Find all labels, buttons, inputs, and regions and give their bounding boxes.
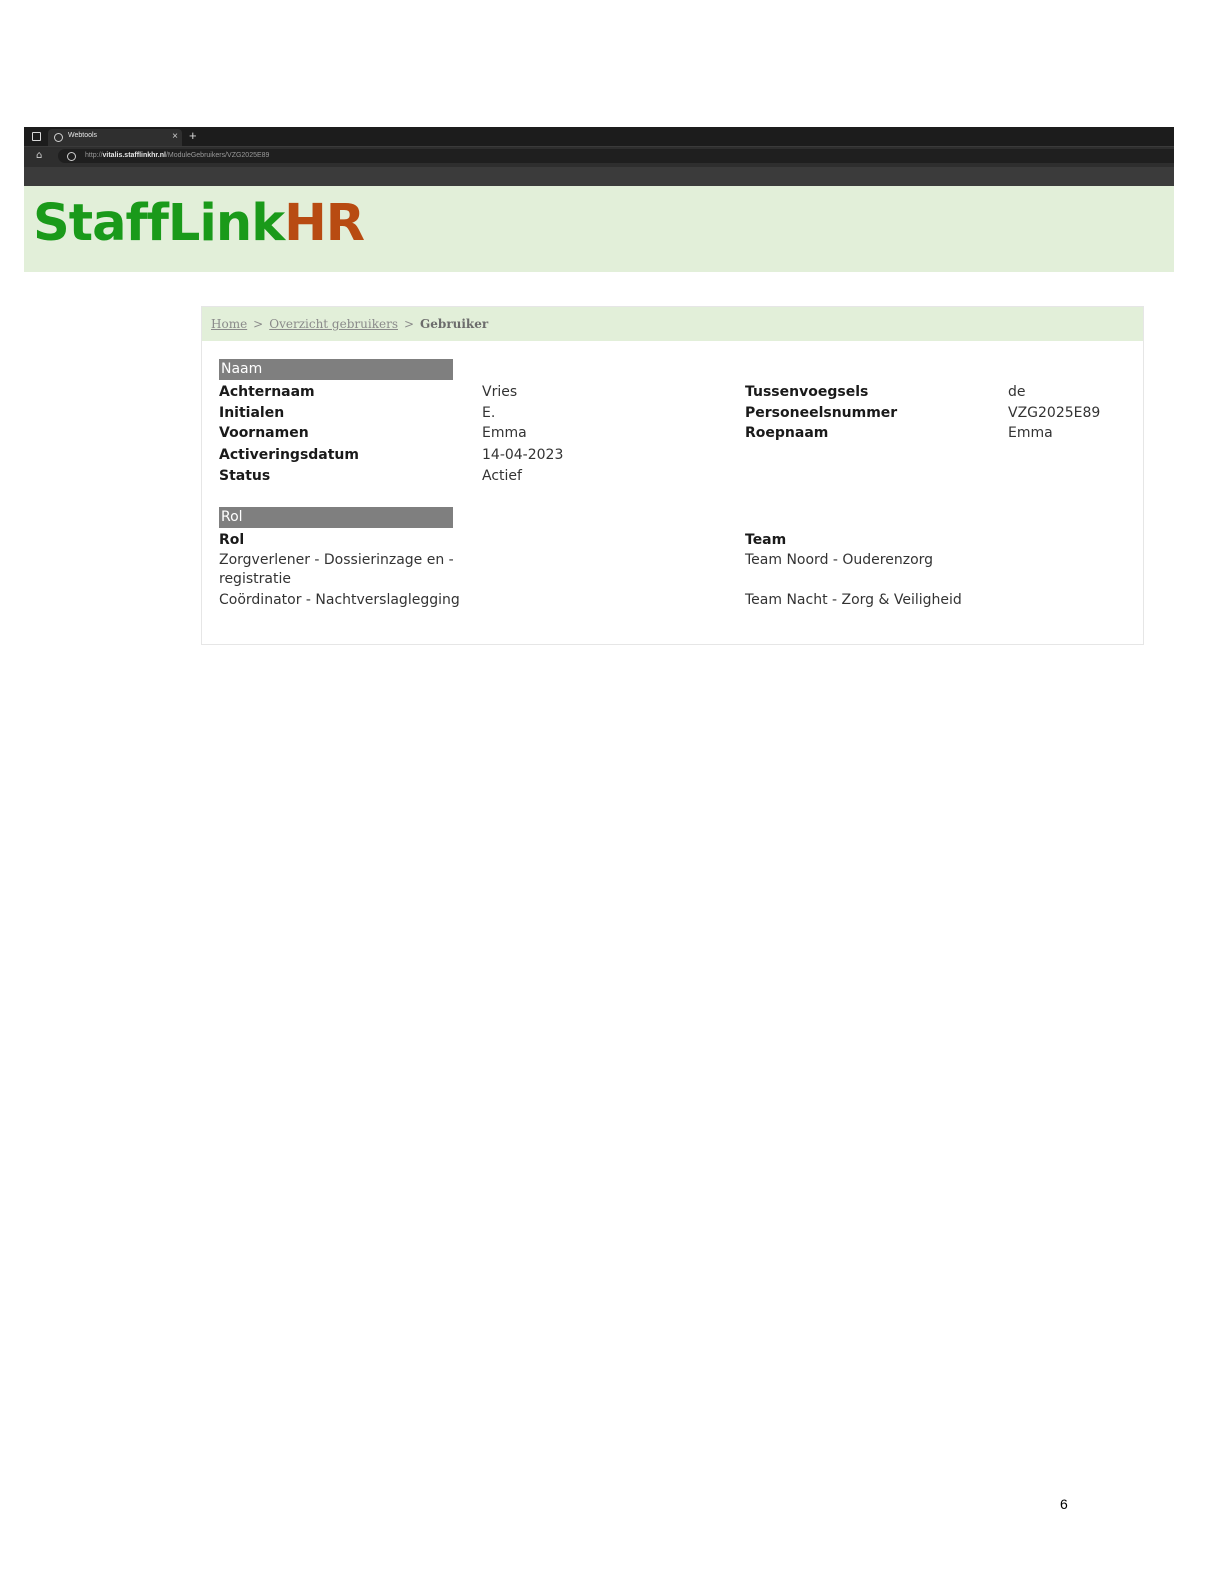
rol-column-header: Rol [219,532,245,548]
page-number: 6 [1060,1496,1068,1512]
status-value: Actief [482,468,522,484]
user-detail-panel: Home > Overzicht gebruikers > Gebruiker Naam… [201,306,1144,645]
rol-value: Coördinator - Nachtverslaglegging [219,592,460,608]
rol-value: Zorgverlener - Dossierinzage en - regist… [219,552,454,587]
url-text: http://vitalis.stafflinkhr.nl/ModuleGebr… [85,152,270,159]
achternaam-label: Achternaam [219,384,315,400]
sidebar-toggle-icon[interactable] [32,132,41,141]
voornamen-label: Voornamen [219,425,309,441]
browser-window: Webtools × + ⌂ http://vitalis.stafflinkh… [24,127,1174,272]
breadcrumb-overview-link[interactable]: Overzicht gebruikers [269,317,398,331]
roepnaam-value: Emma [1008,425,1053,441]
section-header-naam: Naam [219,359,453,380]
site-info-icon[interactable] [67,152,76,161]
team-value: Team Noord - Ouderenzorg [745,552,934,568]
tussenvoegsels-label: Tussenvoegsels [745,384,869,400]
browser-tab[interactable]: Webtools × [48,129,182,146]
activeringsdatum-value: 14-04-2023 [482,447,564,463]
breadcrumb: Home > Overzicht gebruikers > Gebruiker [202,307,1143,341]
team-column-header: Team [745,532,787,548]
url-field[interactable]: http://vitalis.stafflinkhr.nl/ModuleGebr… [58,149,1174,163]
address-bar: ⌂ http://vitalis.stafflinkhr.nl/ModuleGe… [24,146,1174,167]
breadcrumb-home-link[interactable]: Home [211,317,247,331]
close-tab-icon[interactable]: × [172,130,178,144]
tab-bar: Webtools × + [24,127,1174,146]
achternaam-value: Vries [482,384,518,400]
voornamen-value: Emma [482,425,527,441]
activeringsdatum-label: Activeringsdatum [219,447,359,463]
section-header-rol: Rol [219,507,453,528]
toolbar-strip [24,167,1174,186]
app-header: StaffLinkHR [24,186,1174,272]
personeelsnummer-label: Personeelsnummer [745,405,898,421]
initialen-value: E. [482,405,496,421]
tab-title: Webtools [68,132,98,139]
personeelsnummer-value: VZG2025E89 [1008,405,1101,421]
new-tab-button[interactable]: + [189,128,197,144]
breadcrumb-current: Gebruiker [420,317,489,331]
roepnaam-label: Roepnaam [745,425,829,441]
breadcrumb-separator: > [403,317,415,331]
team-value: Team Nacht - Zorg & Veiligheid [745,592,962,608]
initialen-label: Initialen [219,405,285,421]
home-icon[interactable]: ⌂ [36,149,42,163]
globe-icon [54,133,63,142]
stafflinkhr-logo[interactable]: StaffLinkHR [33,196,365,252]
tussenvoegsels-value: de [1008,384,1026,400]
breadcrumb-separator: > [253,317,264,331]
status-label: Status [219,468,271,484]
